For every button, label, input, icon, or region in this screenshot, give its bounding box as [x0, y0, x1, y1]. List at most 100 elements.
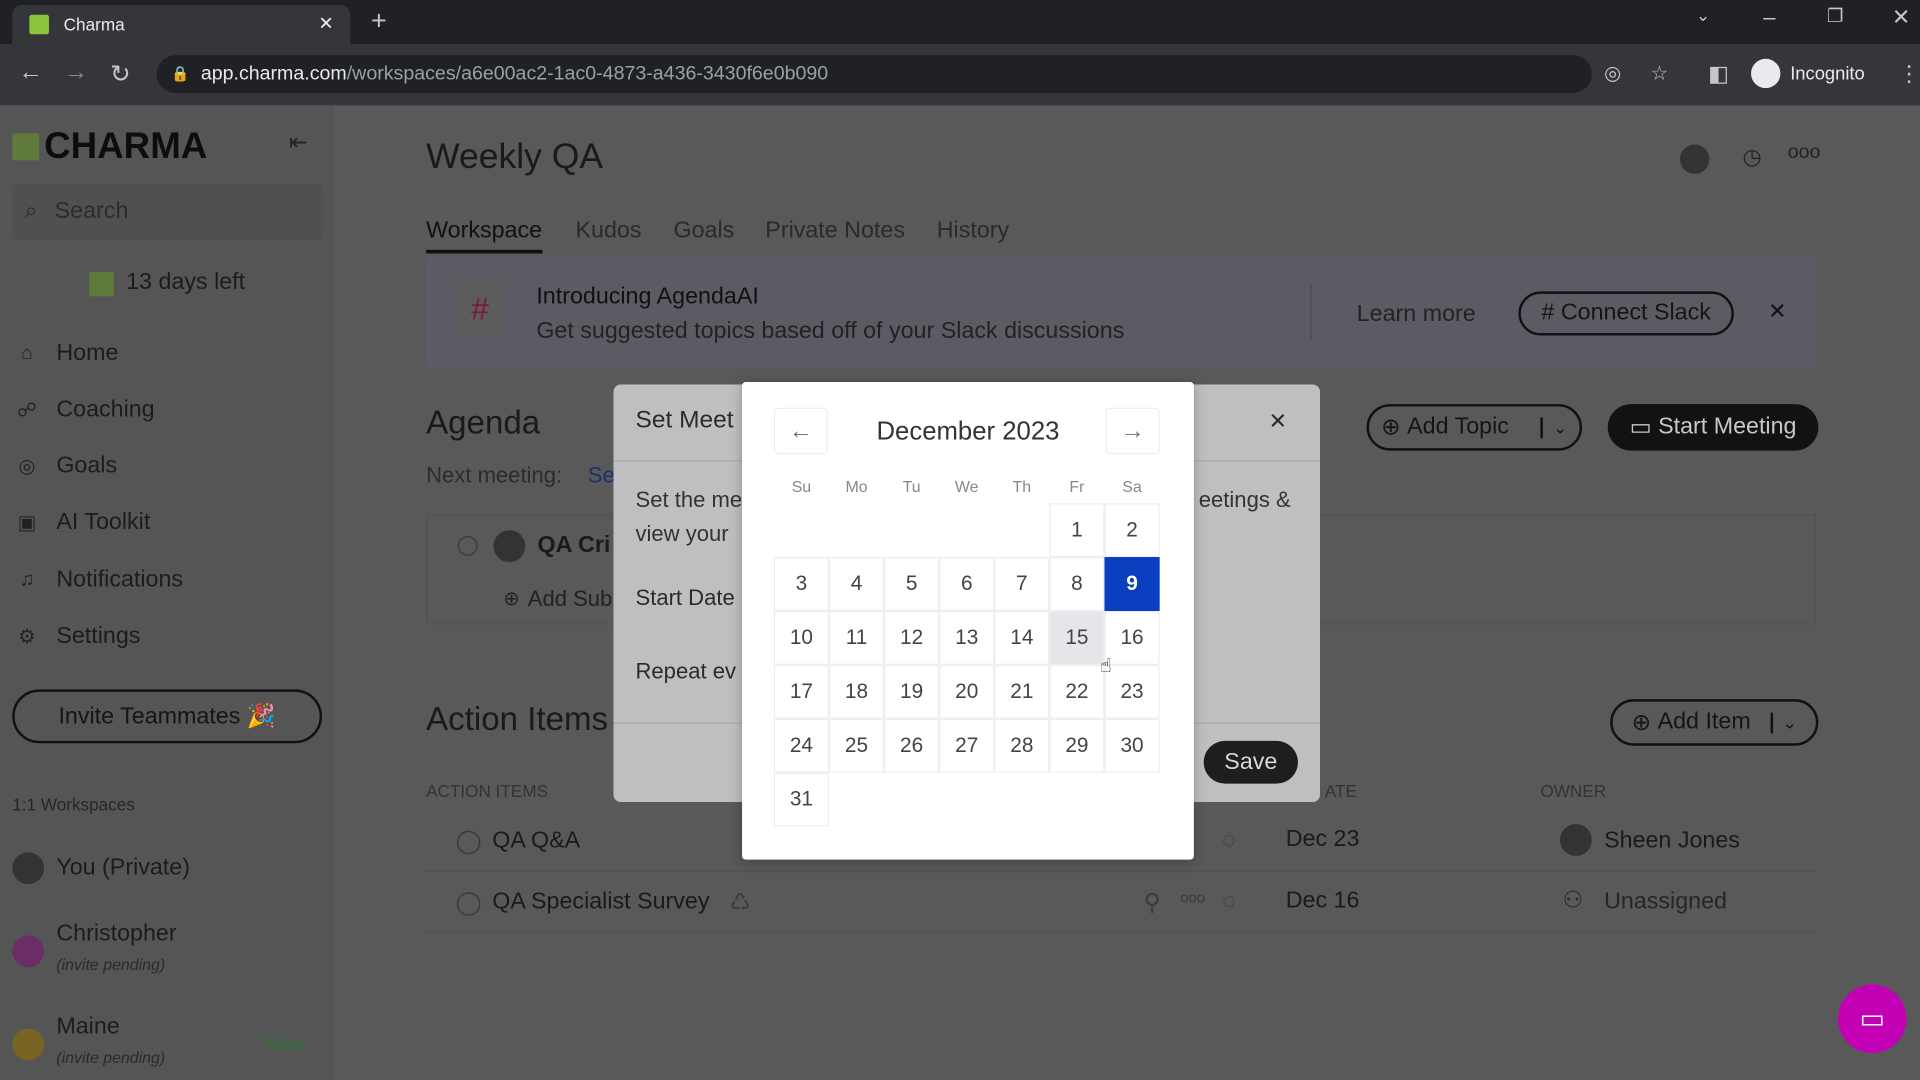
avatar [12, 852, 45, 885]
tab-private-notes[interactable]: Private Notes [765, 218, 905, 245]
tab-kudos[interactable]: Kudos [576, 218, 642, 245]
next-meeting-link[interactable]: Se [588, 463, 615, 489]
pin-icon[interactable]: ⚲ [1144, 889, 1161, 917]
day-cell[interactable]: 20 [939, 664, 995, 719]
day-cell[interactable]: 11 [828, 611, 885, 665]
tab-history[interactable]: History [937, 218, 1009, 245]
plus-circle-icon: ⊕ [1381, 414, 1408, 441]
close-banner-icon[interactable]: ✕ [1768, 299, 1786, 325]
chevron-down-icon[interactable]: ⌄ [1540, 416, 1567, 438]
workspace-you-private[interactable]: You (Private) [12, 850, 318, 887]
day-cell[interactable]: 24 [773, 718, 829, 773]
window-close-icon[interactable]: ✕ [1892, 5, 1910, 31]
day-cell[interactable]: 30 [1104, 718, 1160, 773]
item-owner[interactable]: Unassigned [1604, 889, 1727, 916]
start-meeting-button[interactable]: ▭ Start Meeting [1607, 404, 1819, 451]
day-cell[interactable]: 13 [939, 611, 995, 665]
forward-icon[interactable]: → [64, 59, 88, 87]
add-topic-button[interactable]: ⊕ Add Topic ⌄ [1366, 404, 1583, 451]
day-cell[interactable]: 14 [994, 611, 1050, 665]
close-dialog-icon[interactable]: ✕ [1269, 409, 1287, 435]
day-cell[interactable]: 28 [994, 718, 1050, 773]
profile-label[interactable]: Incognito [1790, 64, 1865, 85]
workspace-maine[interactable]: Maine (invite pending) New [12, 1014, 318, 1070]
comment-icon[interactable]: ◌ [1222, 828, 1236, 855]
day-cell[interactable]: 17 [773, 664, 829, 719]
next-month-button[interactable]: → [1105, 407, 1160, 455]
star-icon[interactable]: ☆ [1651, 55, 1669, 93]
day-cell[interactable]: 8 [1049, 557, 1105, 612]
day-cell[interactable]: 12 [884, 611, 940, 665]
banner-text: Get suggested topics based off of your S… [536, 318, 1125, 345]
logo[interactable]: CHARMA [44, 126, 207, 168]
save-button[interactable]: Save [1203, 740, 1298, 784]
add-item-button[interactable]: ⊕ Add Item ⌄ [1610, 699, 1819, 746]
day-cell[interactable]: 27 [939, 718, 995, 773]
sidebar-item-coaching[interactable]: ☍ Coaching [15, 392, 309, 429]
browser-menu-icon[interactable]: ⋮ [1898, 61, 1920, 87]
sidebar-item-ai-toolkit[interactable]: ▣ AI Toolkit [15, 504, 309, 541]
check-circle-icon[interactable]: ◯ [457, 533, 479, 557]
day-cell[interactable]: 10 [773, 611, 829, 665]
day-cell[interactable]: 16 [1104, 611, 1160, 665]
eye-off-icon[interactable]: ◎ [1604, 55, 1621, 93]
side-panel-icon[interactable]: ◧ [1708, 61, 1729, 87]
day-cell[interactable]: 7 [994, 557, 1050, 612]
more-icon[interactable]: ooo [1788, 142, 1821, 164]
maximize-icon[interactable]: ❐ [1827, 5, 1843, 27]
sidebar-item-home[interactable]: ⌂ Home [15, 336, 309, 373]
reload-icon[interactable]: ↻ [110, 59, 131, 90]
day-cell[interactable]: 23 [1104, 664, 1160, 719]
sidebar-item-notifications[interactable]: ♫ Notifications [15, 562, 309, 599]
day-cell[interactable]: 22 [1049, 664, 1105, 719]
check-circle-icon[interactable]: ◯ [456, 828, 482, 856]
new-tab-icon[interactable]: + [371, 5, 387, 37]
tab-close-icon[interactable]: ✕ [318, 12, 333, 34]
trial-days-left[interactable]: 13 days left [126, 269, 245, 296]
day-cell[interactable]: 29 [1049, 718, 1105, 773]
avatar[interactable] [1680, 144, 1710, 174]
item-date[interactable]: Dec 16 [1286, 888, 1360, 915]
search-input[interactable]: ⌕ Search [12, 183, 324, 241]
day-cell[interactable]: 6 [939, 557, 995, 612]
workspace-christopher[interactable]: Christopher (invite pending) [12, 921, 318, 977]
day-cell[interactable]: 21 [994, 664, 1050, 719]
invite-teammates-button[interactable]: Invite Teammates 🎉 [12, 689, 323, 744]
collapse-sidebar-icon[interactable]: ⇤ [289, 130, 307, 156]
tab-workspace[interactable]: Workspace [426, 218, 542, 245]
table-row[interactable]: ◯ QA Specialist Survey ♺ ⚲ ooo ◌ Dec 16 … [426, 872, 1816, 934]
connect-slack-button[interactable]: # Connect Slack [1518, 291, 1734, 336]
back-icon[interactable]: ← [18, 59, 42, 87]
sidebar-item-goals[interactable]: ◎ Goals [15, 448, 309, 485]
comment-icon[interactable]: ◌ [1222, 889, 1236, 916]
learn-more-link[interactable]: Learn more [1357, 301, 1476, 328]
day-cell[interactable]: 5 [884, 557, 940, 612]
url-field[interactable]: 🔒 app.charma.com/workspaces/a6e00ac2-1ac… [156, 55, 1668, 94]
history-icon[interactable]: ◷ [1742, 144, 1761, 170]
day-cell[interactable]: 25 [828, 718, 885, 773]
browser-tab[interactable]: Charma ✕ [12, 4, 351, 45]
tab-goals[interactable]: Goals [673, 218, 734, 245]
day-cell[interactable]: 19 [884, 664, 940, 719]
coaching-icon: ☍ [17, 400, 37, 422]
minimize-icon[interactable]: – [1763, 5, 1775, 31]
day-cell[interactable]: 31 [773, 772, 829, 827]
item-owner[interactable]: Sheen Jones [1604, 828, 1740, 855]
sidebar-item-settings[interactable]: ⚙ Settings [15, 618, 309, 655]
day-cell[interactable]: 1 [1049, 503, 1105, 558]
check-circle-icon[interactable]: ◯ [456, 889, 482, 917]
chat-launcher-button[interactable]: ▭ [1837, 984, 1907, 1054]
day-cell[interactable]: 26 [884, 718, 940, 773]
day-cell[interactable]: 3 [773, 557, 829, 612]
item-date[interactable]: Dec 23 [1286, 827, 1360, 854]
day-cell[interactable]: 18 [828, 664, 885, 719]
day-cell-selected[interactable]: 9 [1104, 557, 1160, 612]
day-cell[interactable]: 2 [1104, 503, 1160, 558]
day-cell[interactable]: 15 [1049, 611, 1105, 665]
day-cell[interactable]: 4 [828, 557, 885, 612]
dialog-title: Set Meet [635, 406, 734, 434]
more-icon[interactable]: ooo [1180, 889, 1205, 906]
chevron-down-icon[interactable]: ⌄ [1770, 712, 1797, 733]
tab-search-icon[interactable]: ⌄ [1696, 5, 1710, 26]
add-subtopic-link[interactable]: Add Sub [528, 587, 613, 613]
